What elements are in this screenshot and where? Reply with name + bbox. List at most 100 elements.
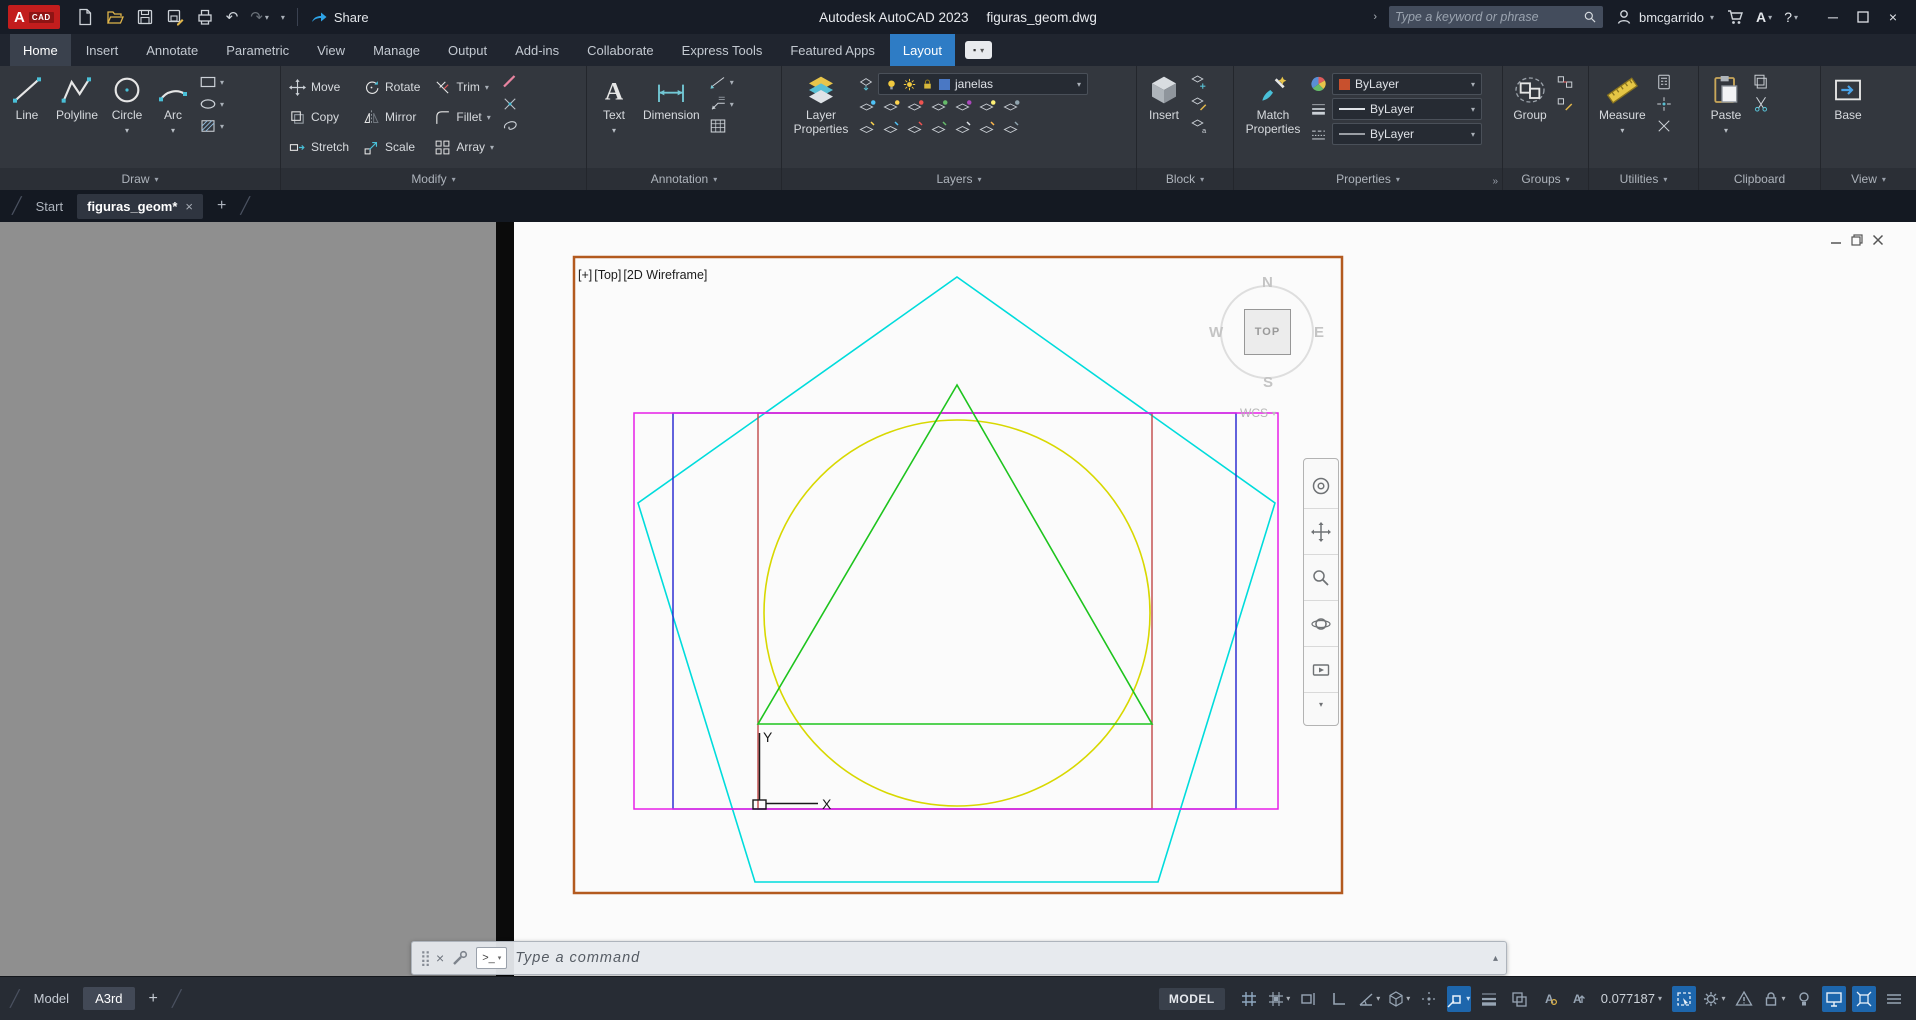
ribbon-tab-annotate[interactable]: Annotate xyxy=(133,34,211,66)
search-icon[interactable] xyxy=(1583,10,1597,24)
qat-dropdown-icon[interactable]: ▾ xyxy=(281,13,285,22)
viewcube-east[interactable]: E xyxy=(1314,324,1324,341)
stretch-button[interactable]: Stretch xyxy=(287,133,351,161)
layer-tool-icon[interactable] xyxy=(858,119,878,137)
customization-menu-button[interactable] xyxy=(1882,986,1906,1012)
view-panel-label[interactable]: View ▾ xyxy=(1821,168,1916,190)
clean-screen-toggle[interactable] xyxy=(1852,985,1876,1012)
create-block-button[interactable] xyxy=(1189,73,1209,91)
layer-tool-icon[interactable] xyxy=(930,119,950,137)
layer-tool-icon[interactable] xyxy=(1002,119,1022,137)
layer-tool-icon[interactable] xyxy=(954,98,974,116)
new-layout-button[interactable]: + xyxy=(149,990,158,1008)
block-panel-label[interactable]: Block ▾ xyxy=(1137,168,1233,190)
graphics-performance-toggle[interactable] xyxy=(1822,985,1846,1012)
show-motion-button[interactable] xyxy=(1304,647,1338,693)
layer-tool-icon[interactable] xyxy=(930,98,950,116)
layer-color-swatch[interactable] xyxy=(939,78,950,90)
account-button[interactable]: bmcgarrido ▾ xyxy=(1615,8,1714,26)
doc-restore-icon[interactable] xyxy=(1851,234,1863,246)
isolate-objects-toggle[interactable] xyxy=(1792,986,1816,1012)
groups-panel-label[interactable]: Groups ▾ xyxy=(1503,168,1588,190)
line-button[interactable]: Line xyxy=(6,71,48,126)
drawing-canvas[interactable]: Y X [+] [Top] [2D Wireframe] N W E S TOP… xyxy=(0,222,1916,976)
doc-minimize-icon[interactable] xyxy=(1830,234,1842,246)
block-attributes-button[interactable]: a xyxy=(1189,117,1209,135)
polyline-button[interactable]: Polyline xyxy=(52,71,102,126)
ribbon-tab-insert[interactable]: Insert xyxy=(73,34,132,66)
ribbon-tab-manage[interactable]: Manage xyxy=(360,34,433,66)
model-tab[interactable]: Model xyxy=(34,991,69,1006)
search-input[interactable] xyxy=(1395,10,1577,24)
erase-button[interactable] xyxy=(500,73,520,91)
viewcube-top-face[interactable]: TOP xyxy=(1244,309,1291,355)
layer-tool-icon[interactable] xyxy=(978,98,998,116)
table-button[interactable] xyxy=(708,117,734,135)
utilities-panel-label[interactable]: Utilities ▾ xyxy=(1589,168,1698,190)
draw-panel-label[interactable]: Draw ▾ xyxy=(0,168,280,190)
properties-dialog-launcher-icon[interactable]: » xyxy=(1492,176,1498,187)
autoscale-toggle[interactable]: A xyxy=(1567,986,1591,1012)
cut-clip-button[interactable] xyxy=(1751,95,1771,113)
layer-lock-icon[interactable] xyxy=(921,78,934,91)
share-button[interactable]: Share xyxy=(310,8,369,26)
file-tab-close-icon[interactable]: × xyxy=(185,199,193,214)
ribbon-tab-parametric[interactable]: Parametric xyxy=(213,34,302,66)
trim-button[interactable]: Trim ▾ xyxy=(432,73,496,101)
snap-toggle[interactable]: ▾ xyxy=(1267,986,1291,1012)
layer-tool-icon[interactable] xyxy=(1002,98,1022,116)
layout-tab-a3rd[interactable]: A3rd xyxy=(83,987,135,1010)
ribbon-tab-collaborate[interactable]: Collaborate xyxy=(574,34,667,66)
ortho-toggle[interactable] xyxy=(1327,986,1351,1012)
ribbon-tab-view[interactable]: View xyxy=(304,34,358,66)
ribbon-tab-express-tools[interactable]: Express Tools xyxy=(669,34,776,66)
layer-dropdown[interactable]: janelas ▾ xyxy=(878,73,1088,95)
navbar-menu-button[interactable]: ▾ xyxy=(1304,693,1338,715)
orbit-button[interactable] xyxy=(1304,601,1338,647)
annotation-monitor-toggle[interactable] xyxy=(1732,986,1756,1012)
maximize-button[interactable] xyxy=(1848,0,1878,34)
annotation-scale-button[interactable]: 0.077187 ▾ xyxy=(1597,991,1666,1006)
insert-button[interactable]: Insert xyxy=(1143,71,1185,126)
base-button[interactable]: Base xyxy=(1827,71,1869,126)
ribbon-tab-home[interactable]: Home xyxy=(10,34,71,66)
save-icon[interactable] xyxy=(136,8,154,26)
command-prompt-button[interactable]: >_ ▾ xyxy=(476,947,508,969)
fillet-button[interactable]: Fillet ▾ xyxy=(432,103,496,131)
scale-button[interactable]: Scale xyxy=(361,133,422,161)
viewport-view-control[interactable]: [Top] xyxy=(594,268,621,282)
layer-tool-icon[interactable] xyxy=(858,98,878,116)
pan-button[interactable] xyxy=(1304,509,1338,555)
ribbon-tab-layout[interactable]: Layout xyxy=(889,34,955,66)
layer-thaw-icon[interactable] xyxy=(903,78,916,91)
dimension-button[interactable]: Dimension xyxy=(639,71,704,126)
linetype-dropdown[interactable]: ByLayer ▾ xyxy=(1332,123,1482,145)
file-tab-start[interactable]: Start xyxy=(36,199,63,214)
open-file-icon[interactable] xyxy=(106,8,124,26)
file-tab-active-doc[interactable]: figuras_geom* × xyxy=(77,193,204,219)
viewport-visual-style-control[interactable]: [2D Wireframe] xyxy=(623,268,707,282)
circle-button[interactable]: Circle ▾ xyxy=(106,71,148,138)
cart-icon[interactable] xyxy=(1726,8,1744,26)
properties-panel-label[interactable]: Properties ▾ xyxy=(1234,168,1502,190)
osnap-tracking-toggle[interactable] xyxy=(1417,986,1441,1012)
copy-button[interactable]: Copy xyxy=(287,103,351,131)
measure-button[interactable]: Measure ▾ xyxy=(1595,71,1650,138)
workspace-switching-button[interactable]: ▾ xyxy=(1702,986,1726,1012)
ungroup-button[interactable] xyxy=(1555,73,1575,91)
new-file-tab-button[interactable]: + xyxy=(217,197,226,215)
ribbon-tab-featured-apps[interactable]: Featured Apps xyxy=(777,34,888,66)
command-history-expand-icon[interactable]: ▴ xyxy=(1493,953,1498,964)
ribbon-tab-addins[interactable]: Add-ins xyxy=(502,34,572,66)
minimize-button[interactable]: ─ xyxy=(1818,0,1848,34)
layer-tool-icon[interactable] xyxy=(882,98,902,116)
command-drag-handle[interactable]: ⣿ xyxy=(420,949,431,967)
viewcube-south[interactable]: S xyxy=(1263,374,1273,391)
plot-icon[interactable] xyxy=(196,8,214,26)
polar-tracking-toggle[interactable]: ▾ xyxy=(1357,986,1381,1012)
lasso-button[interactable] xyxy=(500,117,520,135)
make-current-layer-icon[interactable] xyxy=(858,75,874,93)
redo-button[interactable]: ↷ ▾ xyxy=(250,10,269,25)
quick-calc-button[interactable] xyxy=(1654,73,1674,91)
lineweight-display-toggle[interactable] xyxy=(1477,986,1501,1012)
